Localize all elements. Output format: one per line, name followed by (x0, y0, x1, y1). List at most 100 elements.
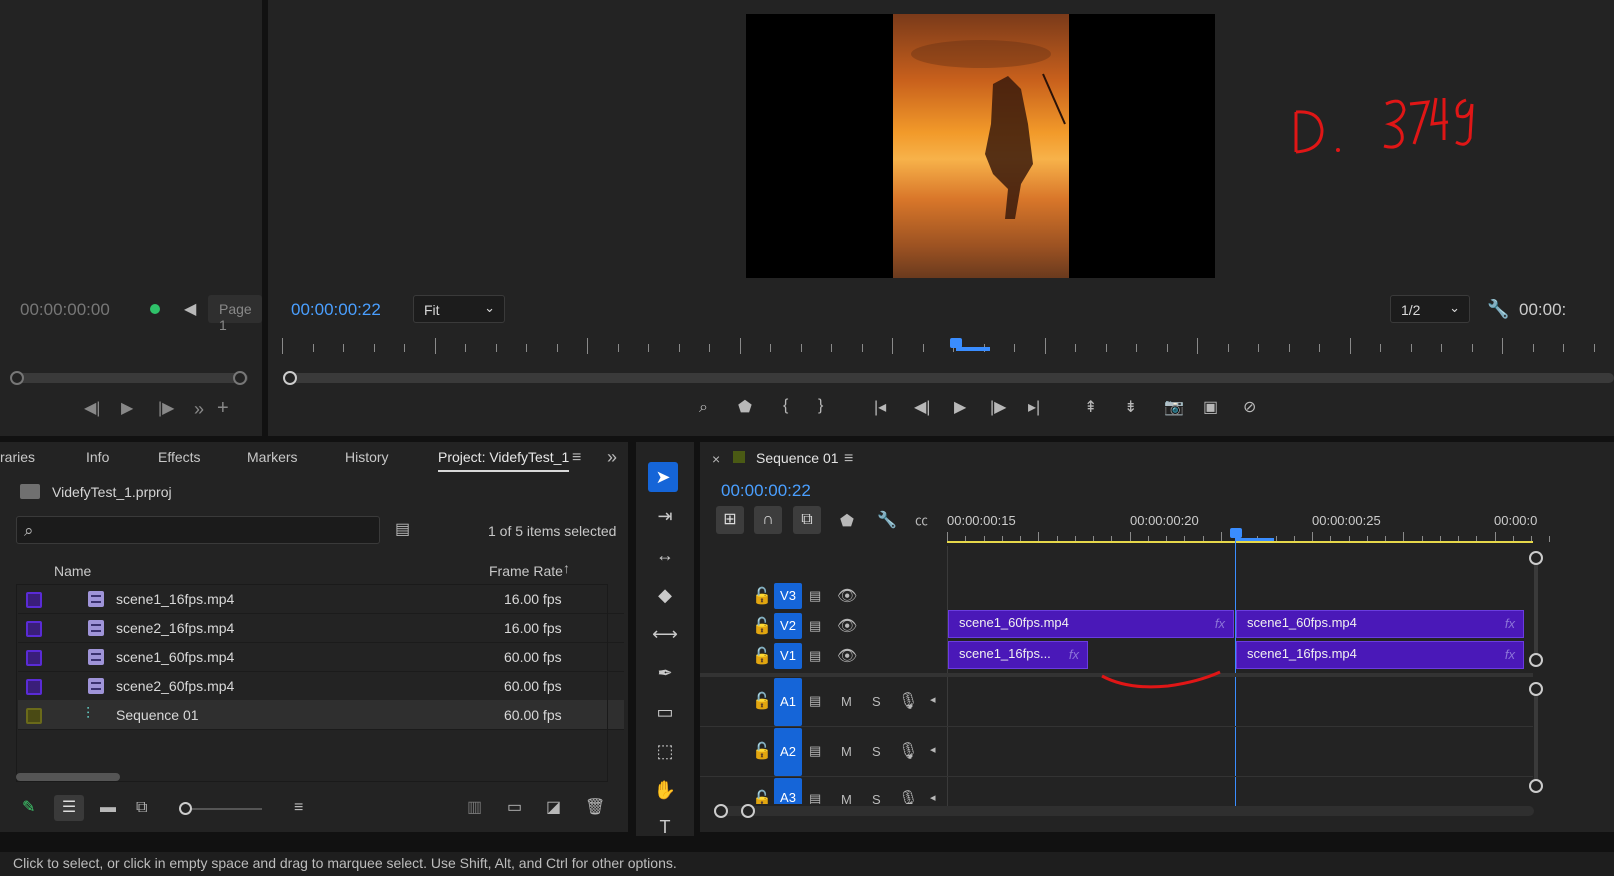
tab-project[interactable]: Project: VidefyTest_1 (438, 442, 570, 472)
microphone-icon[interactable]: 🎙 (898, 744, 918, 760)
add-marker-icon[interactable]: ⬟ (840, 514, 854, 530)
triangle-left-icon[interactable]: ◀ (184, 302, 196, 318)
snap-button[interactable]: ∩ (754, 506, 782, 534)
track-volume-icon[interactable]: ◂ (930, 793, 936, 804)
tab-markers[interactable]: Markers (247, 442, 298, 472)
program-scrub-bar[interactable] (288, 373, 1614, 383)
wrench-icon[interactable]: 🔧 (1487, 300, 1509, 318)
eye-icon[interactable]: 👁 (837, 619, 857, 635)
rectangle-tool-icon[interactable]: ▭ (650, 697, 680, 727)
timeline-timecode[interactable]: 00:00:00:22 (721, 481, 811, 501)
program-timecode[interactable]: 00:00:00:22 (291, 300, 381, 320)
vertical-scrollbar-video[interactable] (1534, 559, 1538, 659)
new-item-icon[interactable]: ◪ (546, 800, 561, 816)
lock-icon[interactable]: 🔓 (752, 619, 772, 635)
solo-button[interactable]: S (872, 694, 881, 709)
sequence-tab[interactable]: Sequence 01 (756, 450, 839, 466)
lift-icon[interactable]: ⇞ (1084, 400, 1097, 416)
microphone-icon[interactable]: 🎙 (898, 694, 918, 710)
mute-button[interactable]: M (841, 694, 852, 709)
source-scrub-bar[interactable] (12, 373, 248, 383)
sync-lock-icon[interactable]: ▤ (809, 792, 821, 804)
tab-effects[interactable]: Effects (158, 442, 201, 472)
new-search-bin-icon[interactable]: ▤ (395, 522, 410, 538)
track-a3-target[interactable]: A3 (774, 778, 802, 804)
zoom-handle-left[interactable] (714, 804, 728, 818)
page-button[interactable]: Page 1 (208, 295, 262, 333)
lock-icon[interactable]: 🔓 (752, 649, 772, 665)
insert-sequence-button[interactable]: ⊞ (716, 506, 744, 534)
selection-tool-button[interactable]: ➤ (648, 462, 678, 492)
go-to-in-icon[interactable]: |◂ (874, 400, 886, 416)
trash-icon[interactable]: 🗑 (585, 800, 605, 816)
column-header-frame-rate[interactable]: Frame Rate (489, 563, 563, 579)
sort-ascending-icon[interactable]: ↑ (563, 561, 570, 575)
scrub-handle[interactable] (283, 371, 297, 385)
sync-lock-icon[interactable]: ▤ (809, 744, 821, 757)
work-area-bar[interactable] (947, 541, 1533, 543)
timeline-zoom-bar[interactable] (716, 806, 1534, 816)
remix-tool-icon[interactable]: ⬚ (650, 736, 680, 766)
track-a2-target[interactable]: A2 (774, 728, 802, 776)
zoom-slider[interactable] (186, 808, 262, 810)
linked-selection-button[interactable]: ⧉ (793, 506, 821, 534)
comparison-view-icon[interactable]: ▣ (1203, 400, 1218, 416)
scroll-handle[interactable] (1529, 551, 1543, 565)
step-forward-icon[interactable]: |▶ (158, 401, 174, 417)
tab-history[interactable]: History (345, 442, 389, 472)
scrub-handle-right[interactable] (233, 371, 247, 385)
clip-v2-left[interactable]: scene1_60fps.mp4 fx (948, 610, 1234, 638)
fx-badge[interactable]: fx (1505, 647, 1515, 662)
track-volume-icon[interactable]: ◂ (930, 695, 936, 706)
go-to-out-icon[interactable]: ▸| (1028, 400, 1040, 416)
mute-button[interactable]: M (841, 792, 852, 804)
scroll-handle[interactable] (1529, 682, 1543, 696)
fx-badge[interactable]: fx (1215, 616, 1225, 631)
sync-lock-icon[interactable]: ▤ (809, 619, 821, 632)
play-icon[interactable]: ▶ (954, 400, 966, 416)
step-forward-icon[interactable]: |▶ (990, 400, 1006, 416)
solo-button[interactable]: S (872, 792, 881, 804)
extract-icon[interactable]: ⇟ (1124, 400, 1137, 416)
tab-libraries[interactable]: raries (0, 442, 35, 472)
sync-lock-icon[interactable]: ▤ (809, 649, 821, 662)
track-v1-target[interactable]: V1 (774, 643, 802, 669)
freeform-view-icon[interactable]: ⧉ (136, 800, 147, 816)
lock-icon[interactable]: 🔓 (752, 589, 772, 605)
microphone-icon[interactable]: 🎙 (898, 792, 918, 805)
column-header-name[interactable]: Name (54, 563, 91, 579)
sync-lock-icon[interactable]: ▤ (809, 589, 821, 602)
scroll-handle[interactable] (1529, 779, 1543, 793)
playhead-marker[interactable] (1230, 528, 1242, 538)
list-view-button[interactable]: ☰ (54, 795, 84, 821)
track-select-tool-icon[interactable]: ⇥ (650, 501, 680, 531)
mark-out-icon[interactable]: } (818, 398, 823, 414)
vr-toggle-icon[interactable]: ⊘ (1243, 400, 1256, 416)
mute-button[interactable]: M (841, 744, 852, 759)
lock-icon[interactable]: 🔓 (752, 744, 772, 760)
double-chevron-icon[interactable]: » (607, 448, 617, 466)
scroll-handle[interactable] (1529, 653, 1543, 667)
track-v3-target[interactable]: V3 (774, 583, 802, 609)
hand-tool-icon[interactable]: ✋ (650, 775, 680, 805)
zoom-handle-right[interactable] (741, 804, 755, 818)
close-icon[interactable]: × (712, 452, 720, 466)
search-input[interactable] (16, 516, 380, 544)
panel-menu-icon[interactable]: ≡ (844, 451, 853, 467)
program-ruler[interactable] (282, 338, 1614, 360)
vertical-scrollbar-audio[interactable] (1534, 690, 1538, 780)
lock-icon[interactable]: 🔓 (752, 792, 772, 805)
zoom-slider-handle[interactable] (179, 802, 192, 815)
ripple-edit-tool-icon[interactable]: ↔ (650, 540, 680, 570)
mark-in-icon[interactable]: { (783, 398, 788, 414)
step-back-icon[interactable]: ◀| (84, 401, 100, 417)
clip-v2-right[interactable]: scene1_60fps.mp4 fx (1236, 610, 1524, 638)
marker-icon[interactable]: ⬟ (738, 400, 752, 416)
add-marker-search-icon[interactable]: ⌕ (699, 400, 708, 416)
zoom-select[interactable]: Fit ⌄ (413, 295, 505, 323)
eye-icon[interactable]: 👁 (837, 589, 857, 605)
solo-button[interactable]: S (872, 744, 881, 759)
clip-v1-right[interactable]: scene1_16fps.mp4 fx (1236, 641, 1524, 669)
eye-icon[interactable]: 👁 (837, 649, 857, 665)
add-button-icon[interactable]: + (217, 398, 229, 418)
